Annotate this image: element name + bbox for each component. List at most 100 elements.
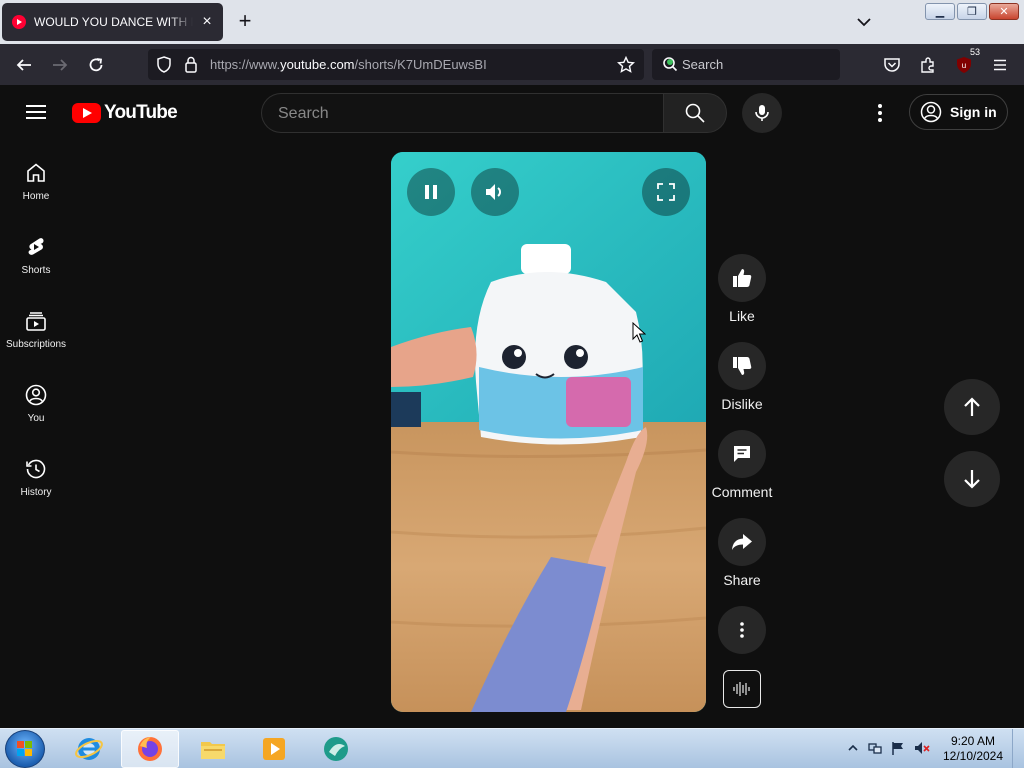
more-actions-circle[interactable] bbox=[718, 606, 766, 654]
url-prefix: https://www. bbox=[210, 57, 281, 72]
forward-arrow-icon bbox=[53, 59, 68, 71]
volume-icon bbox=[486, 184, 501, 200]
sign-in-label: Sign in bbox=[950, 104, 997, 120]
browser-tab-active[interactable]: WOULD YOU DANCE WITH FOX × bbox=[2, 3, 223, 41]
screen: WOULD YOU DANCE WITH FOX × + ▁ ❐ ✕ https… bbox=[0, 0, 1024, 768]
menu-line bbox=[26, 111, 46, 113]
start-button[interactable] bbox=[5, 730, 45, 768]
back-button[interactable] bbox=[12, 53, 36, 77]
mouse-cursor-icon bbox=[632, 322, 646, 343]
taskbar-file-explorer[interactable] bbox=[184, 730, 242, 768]
taskbar-media-player[interactable] bbox=[245, 730, 303, 768]
account-circle-icon bbox=[920, 101, 942, 123]
history-icon bbox=[26, 459, 46, 479]
guide-item-label: You bbox=[27, 413, 45, 424]
address-bar[interactable]: https://www.youtube.com/shorts/K7UmDEuws… bbox=[148, 49, 644, 80]
like-button[interactable]: Like bbox=[710, 254, 774, 324]
windows-taskbar: 9:20 AM 12/10/2024 bbox=[0, 728, 1024, 768]
thumbs-up-icon bbox=[733, 269, 752, 287]
extensions-badge: 53 bbox=[967, 47, 982, 57]
guide-menu-button[interactable] bbox=[24, 101, 48, 125]
minimize-button[interactable]: ▁ bbox=[925, 3, 955, 20]
bookmark-star-icon[interactable] bbox=[617, 56, 635, 74]
url-text[interactable]: https://www.youtube.com/shorts/K7UmDEuws… bbox=[210, 57, 487, 72]
ublock-extension-button[interactable]: u 53 bbox=[952, 47, 982, 77]
browser-search-bar[interactable]: Search bbox=[652, 49, 840, 80]
ublock-shield-icon: u bbox=[957, 57, 971, 73]
browser-search-placeholder: Search bbox=[682, 57, 724, 72]
share-circle[interactable] bbox=[718, 518, 766, 566]
system-clock[interactable]: 9:20 AM 12/10/2024 bbox=[938, 734, 1008, 764]
list-all-tabs-chevron-icon[interactable] bbox=[855, 13, 873, 31]
guide-item-label: Home bbox=[22, 191, 50, 202]
volume-muted-icon[interactable] bbox=[914, 740, 930, 756]
taskbar-firefox[interactable] bbox=[121, 730, 179, 768]
youtube-logo[interactable]: YouTube bbox=[72, 102, 178, 124]
shield-icon[interactable] bbox=[156, 56, 172, 73]
sign-in-button[interactable]: Sign in bbox=[909, 94, 1008, 130]
back-arrow-icon bbox=[16, 59, 31, 71]
forward-button[interactable] bbox=[48, 53, 72, 77]
file-explorer-icon bbox=[201, 742, 225, 759]
app-menu-button[interactable] bbox=[988, 53, 1012, 77]
internet-explorer-icon bbox=[75, 738, 103, 760]
tray-overflow-chevron-icon[interactable] bbox=[845, 740, 861, 756]
comment-circle[interactable] bbox=[718, 430, 766, 478]
shorts-video-player[interactable] bbox=[391, 152, 706, 712]
show-desktop-button[interactable] bbox=[1012, 729, 1024, 768]
tab-close-icon[interactable]: × bbox=[199, 14, 215, 30]
guide-item-home[interactable]: Home bbox=[0, 147, 72, 221]
arrow-up-icon bbox=[964, 397, 980, 416]
url-domain: youtube.com bbox=[280, 57, 355, 72]
search-icon bbox=[685, 103, 705, 123]
dislike-circle[interactable] bbox=[718, 342, 766, 390]
action-center-flag-icon[interactable] bbox=[890, 740, 906, 756]
guide-item-shorts[interactable]: Shorts bbox=[0, 221, 72, 295]
windows-logo-icon bbox=[17, 741, 32, 756]
fullscreen-button[interactable] bbox=[642, 168, 690, 216]
dislike-label: Dislike bbox=[721, 396, 763, 412]
microphone-icon bbox=[755, 105, 769, 121]
pocket-icon bbox=[884, 58, 900, 72]
svg-text:u: u bbox=[962, 61, 966, 70]
new-tab-button[interactable]: + bbox=[234, 10, 256, 32]
guide-item-you[interactable]: You bbox=[0, 369, 72, 443]
youtube-search-button[interactable] bbox=[663, 93, 727, 133]
share-button[interactable]: Share bbox=[710, 518, 774, 588]
network-icon[interactable] bbox=[867, 740, 883, 756]
shorts-icon bbox=[28, 238, 44, 255]
home-icon bbox=[27, 163, 45, 182]
youtube-masthead: YouTube Search Sign in bbox=[0, 85, 1024, 141]
lock-icon[interactable] bbox=[184, 56, 198, 73]
voice-search-button[interactable] bbox=[742, 93, 782, 133]
restore-button[interactable]: ❐ bbox=[957, 3, 987, 20]
more-actions-button[interactable] bbox=[710, 606, 774, 654]
guide-item-subscriptions[interactable]: Subscriptions bbox=[0, 295, 72, 369]
like-circle[interactable] bbox=[718, 254, 766, 302]
share-label: Share bbox=[723, 572, 761, 588]
arrow-down-icon bbox=[964, 470, 980, 489]
settings-more-button[interactable] bbox=[868, 101, 892, 125]
youtube-favicon-icon bbox=[12, 15, 26, 29]
previous-short-button[interactable] bbox=[944, 379, 1000, 435]
dislike-button[interactable]: Dislike bbox=[710, 342, 774, 412]
comment-label: Comment bbox=[711, 484, 773, 500]
next-short-button[interactable] bbox=[944, 451, 1000, 507]
puzzle-icon bbox=[921, 57, 934, 73]
guide-item-history[interactable]: History bbox=[0, 443, 72, 517]
extensions-button[interactable] bbox=[916, 53, 940, 77]
like-label: Like bbox=[729, 308, 755, 324]
taskbar-app[interactable] bbox=[307, 730, 365, 768]
thumbs-down-icon bbox=[733, 357, 752, 375]
close-window-button[interactable]: ✕ bbox=[989, 3, 1019, 20]
taskbar-internet-explorer[interactable] bbox=[60, 730, 118, 768]
sound-button[interactable] bbox=[723, 670, 761, 708]
volume-button[interactable] bbox=[471, 168, 519, 216]
reload-button[interactable] bbox=[84, 53, 108, 77]
vertical-dots-icon bbox=[740, 622, 744, 638]
comment-button[interactable]: Comment bbox=[710, 430, 774, 500]
hamburger-menu-icon bbox=[994, 59, 1006, 71]
pocket-button[interactable] bbox=[880, 53, 904, 77]
youtube-search-input[interactable]: Search bbox=[261, 93, 663, 133]
pause-button[interactable] bbox=[407, 168, 455, 216]
